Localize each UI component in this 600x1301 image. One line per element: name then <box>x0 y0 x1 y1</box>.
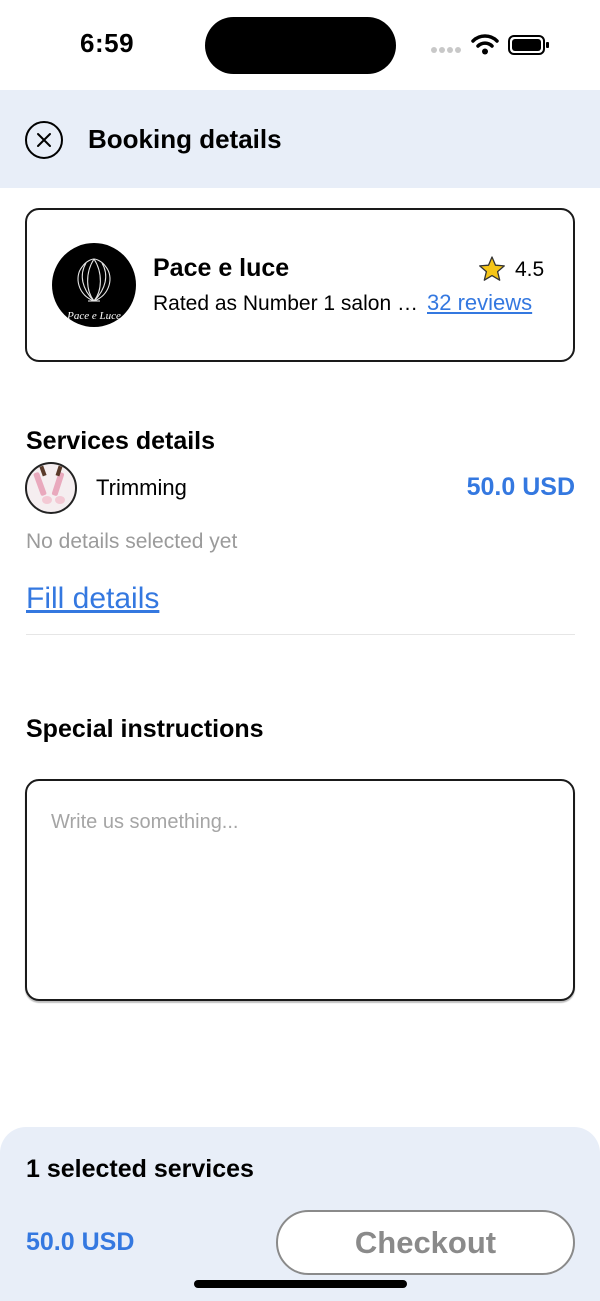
special-instructions-input[interactable] <box>51 811 551 981</box>
cellular-signal-icon <box>431 47 461 53</box>
shell-logo-icon: Pace e Luce <box>66 258 121 322</box>
total-price: 50.0 USD <box>26 1228 135 1256</box>
service-price: 50.0 USD <box>466 473 575 501</box>
service-thumbnail <box>25 462 77 514</box>
home-indicator <box>194 1280 407 1288</box>
dynamic-island <box>205 17 396 74</box>
page-title: Booking details <box>88 124 282 154</box>
salon-name: Pace e luce <box>153 254 290 282</box>
wifi-icon <box>471 34 499 55</box>
section-divider <box>26 634 575 635</box>
star-icon <box>479 256 505 281</box>
selected-services-count: 1 selected services <box>26 1155 254 1183</box>
close-button[interactable] <box>25 121 63 159</box>
salon-description: Rated as Number 1 salon in town <box>153 292 421 315</box>
no-details-text: No details selected yet <box>26 530 238 553</box>
services-section-title: Services details <box>26 427 216 455</box>
salon-rating: 4.5 <box>515 258 545 281</box>
reviews-link[interactable]: 32 reviews <box>427 290 532 316</box>
nail-brush-icon <box>33 465 65 504</box>
fill-details-link[interactable]: Fill details <box>26 582 159 616</box>
special-instructions-title: Special instructions <box>26 715 264 743</box>
status-time: 6:59 <box>80 28 135 58</box>
salon-logo: Pace e Luce <box>52 243 136 327</box>
battery-icon <box>508 35 549 55</box>
logo-text: Pace e Luce <box>66 310 121 322</box>
special-instructions-box <box>25 779 575 1001</box>
close-icon <box>37 133 51 147</box>
checkout-button[interactable]: Checkout <box>276 1210 575 1275</box>
service-name: Trimming <box>96 475 187 500</box>
